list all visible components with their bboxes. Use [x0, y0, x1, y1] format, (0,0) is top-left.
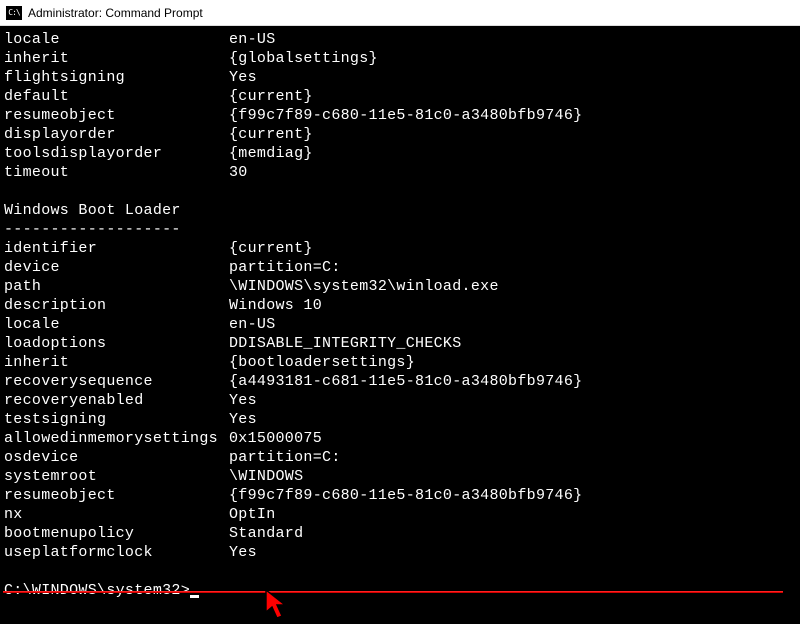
output-row: devicepartition=C: — [4, 258, 800, 277]
output-value: \WINDOWS — [229, 467, 800, 486]
output-row: descriptionWindows 10 — [4, 296, 800, 315]
output-key: timeout — [4, 163, 229, 182]
output-key: flightsigning — [4, 68, 229, 87]
output-value: {current} — [229, 239, 800, 258]
cmd-icon: C:\ — [6, 6, 22, 20]
output-value: en-US — [229, 30, 800, 49]
output-key: allowedinmemorysettings — [4, 429, 229, 448]
output-key: inherit — [4, 353, 229, 372]
output-key: toolsdisplayorder — [4, 144, 229, 163]
output-key: osdevice — [4, 448, 229, 467]
output-key: bootmenupolicy — [4, 524, 229, 543]
output-row: recoverysequence{a4493181-c681-11e5-81c0… — [4, 372, 800, 391]
output-value: en-US — [229, 315, 800, 334]
output-row: osdevicepartition=C: — [4, 448, 800, 467]
output-value: DDISABLE_INTEGRITY_CHECKS — [229, 334, 800, 353]
output-value: partition=C: — [229, 258, 800, 277]
output-row: allowedinmemorysettings0x15000075 — [4, 429, 800, 448]
output-row: systemroot\WINDOWS — [4, 467, 800, 486]
output-value: \WINDOWS\system32\winload.exe — [229, 277, 800, 296]
output-value: 0x15000075 — [229, 429, 800, 448]
text-cursor — [190, 595, 199, 598]
output-value: OptIn — [229, 505, 800, 524]
output-value: {f99c7f89-c680-11e5-81c0-a3480bfb9746} — [229, 106, 800, 125]
output-key: identifier — [4, 239, 229, 258]
output-value: {a4493181-c681-11e5-81c0-a3480bfb9746} — [229, 372, 800, 391]
output-row: recoveryenabledYes — [4, 391, 800, 410]
output-key: inherit — [4, 49, 229, 68]
output-key: testsigning — [4, 410, 229, 429]
output-key: locale — [4, 315, 229, 334]
output-key: recoverysequence — [4, 372, 229, 391]
output-value: {memdiag} — [229, 144, 800, 163]
output-value: Yes — [229, 68, 800, 87]
output-row: default{current} — [4, 87, 800, 106]
output-row: path\WINDOWS\system32\winload.exe — [4, 277, 800, 296]
terminal-output[interactable]: localeen-USinherit{globalsettings}flight… — [0, 26, 800, 600]
output-row: resumeobject{f99c7f89-c680-11e5-81c0-a34… — [4, 106, 800, 125]
section-title: Windows Boot Loader — [4, 201, 800, 220]
section-divider: ------------------- — [4, 220, 800, 239]
output-row: toolsdisplayorder{memdiag} — [4, 144, 800, 163]
output-key: loadoptions — [4, 334, 229, 353]
output-row: testsigningYes — [4, 410, 800, 429]
output-key: displayorder — [4, 125, 229, 144]
titlebar[interactable]: C:\ Administrator: Command Prompt — [0, 0, 800, 26]
output-value: Windows 10 — [229, 296, 800, 315]
output-row: bootmenupolicyStandard — [4, 524, 800, 543]
output-row: timeout30 — [4, 163, 800, 182]
output-value: Yes — [229, 410, 800, 429]
output-key: resumeobject — [4, 106, 229, 125]
output-value: {bootloadersettings} — [229, 353, 800, 372]
output-key: device — [4, 258, 229, 277]
output-key: useplatformclock — [4, 543, 229, 562]
output-value: {current} — [229, 125, 800, 144]
output-key: recoveryenabled — [4, 391, 229, 410]
output-value: Yes — [229, 543, 800, 562]
output-row: identifier{current} — [4, 239, 800, 258]
output-key: locale — [4, 30, 229, 49]
output-row: loadoptionsDDISABLE_INTEGRITY_CHECKS — [4, 334, 800, 353]
output-row: inherit{bootloadersettings} — [4, 353, 800, 372]
output-value: {current} — [229, 87, 800, 106]
output-row: flightsigningYes — [4, 68, 800, 87]
output-value: 30 — [229, 163, 800, 182]
output-key: resumeobject — [4, 486, 229, 505]
output-value: {globalsettings} — [229, 49, 800, 68]
output-value: {f99c7f89-c680-11e5-81c0-a3480bfb9746} — [229, 486, 800, 505]
output-value: partition=C: — [229, 448, 800, 467]
output-key: nx — [4, 505, 229, 524]
window-title: Administrator: Command Prompt — [28, 6, 203, 20]
output-value: Standard — [229, 524, 800, 543]
output-value: Yes — [229, 391, 800, 410]
output-row: useplatformclockYes — [4, 543, 800, 562]
output-row: displayorder{current} — [4, 125, 800, 144]
output-key: default — [4, 87, 229, 106]
output-row: localeen-US — [4, 30, 800, 49]
output-row: localeen-US — [4, 315, 800, 334]
output-row: resumeobject{f99c7f89-c680-11e5-81c0-a34… — [4, 486, 800, 505]
output-key: description — [4, 296, 229, 315]
output-key: systemroot — [4, 467, 229, 486]
output-row: inherit{globalsettings} — [4, 49, 800, 68]
output-key: path — [4, 277, 229, 296]
output-row: nxOptIn — [4, 505, 800, 524]
highlight-underline — [3, 591, 783, 593]
